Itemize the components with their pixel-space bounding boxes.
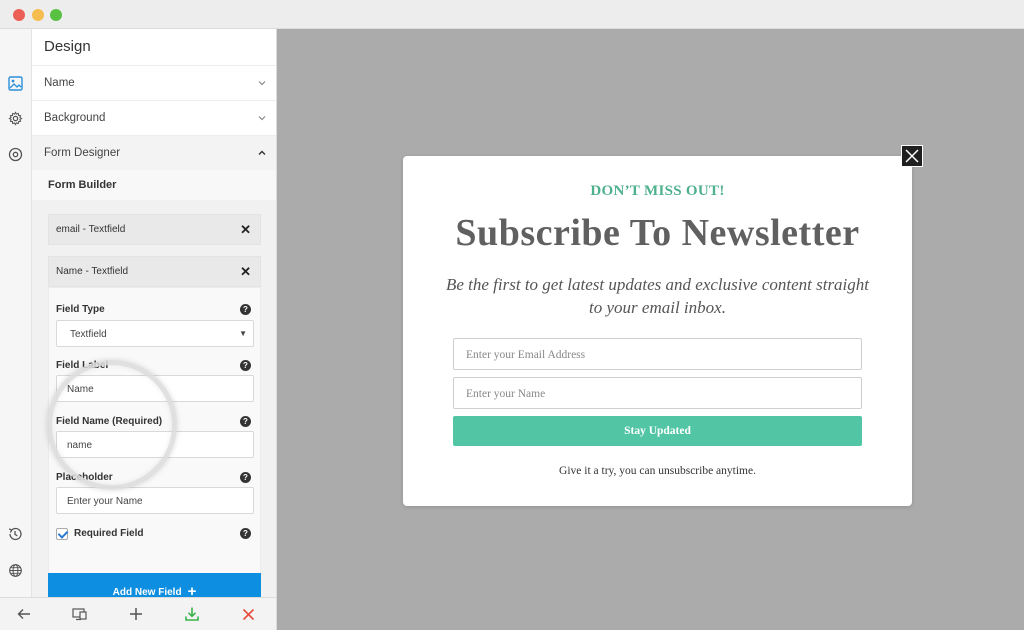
popup-close-button[interactable] — [901, 145, 923, 167]
field-row-label: email - Textfield — [56, 224, 126, 235]
form-builder-title: Form Builder — [48, 179, 117, 191]
field-row-label: Name - Textfield — [56, 266, 129, 277]
section-background-label: Background — [44, 112, 106, 124]
window-titlebar — [0, 0, 1024, 29]
chevron-up-icon — [258, 150, 266, 155]
window-maximize-button[interactable] — [50, 9, 62, 21]
add-new-field-label: Add New Field — [112, 587, 182, 597]
target-icon[interactable] — [5, 144, 25, 164]
chevron-down-icon — [258, 81, 266, 86]
gear-icon[interactable] — [5, 108, 25, 128]
section-form-designer[interactable]: Form Designer — [32, 135, 276, 170]
globe-icon[interactable] — [5, 560, 25, 580]
icon-rail — [0, 29, 32, 597]
field-type-value: Textfield — [70, 329, 107, 340]
help-icon[interactable]: ? — [240, 528, 251, 539]
download-icon[interactable] — [184, 606, 200, 622]
remove-field-icon[interactable]: ✕ — [240, 264, 251, 280]
chevron-down-icon — [258, 116, 266, 121]
popup-headline: Subscribe To Newsletter — [455, 212, 860, 254]
help-icon[interactable]: ? — [240, 304, 251, 315]
field-settings: Field Type ? Textfield ▼ Field Label ? N… — [48, 287, 261, 590]
placeholder-label: Placeholder — [56, 472, 113, 483]
field-label-input[interactable]: Name — [56, 375, 254, 402]
field-name-label: Field Name (Required) — [56, 416, 163, 427]
panel-title: Design — [44, 38, 91, 55]
field-label-label: Field Label — [56, 360, 109, 371]
form-builder-header: Form Builder — [32, 170, 276, 200]
help-icon[interactable]: ? — [240, 472, 251, 483]
back-arrow-icon[interactable] — [16, 606, 32, 622]
required-checkbox[interactable] — [56, 528, 68, 540]
image-icon[interactable] — [5, 73, 25, 93]
window-close-button[interactable] — [13, 9, 25, 21]
add-new-field-button[interactable]: Add New Field + — [48, 573, 261, 597]
email-input[interactable]: Enter your Email Address — [453, 338, 862, 370]
field-type-select[interactable]: Textfield ▼ — [56, 320, 254, 347]
bottom-toolbar — [0, 597, 277, 630]
section-name[interactable]: Name — [32, 65, 276, 100]
required-field-label: Required Field — [74, 528, 144, 539]
window-minimize-button[interactable] — [32, 9, 44, 21]
dropdown-arrow-icon: ▼ — [239, 329, 247, 338]
design-panel: Design Name Background Form Designer For… — [32, 29, 277, 597]
popup-fine-print: Give it a try, you can unsubscribe anyti… — [559, 465, 756, 477]
responsive-view-icon[interactable] — [72, 606, 88, 622]
remove-field-icon[interactable]: ✕ — [240, 222, 251, 238]
close-icon[interactable] — [240, 606, 256, 622]
name-input[interactable]: Enter your Name — [453, 377, 862, 409]
history-icon[interactable] — [5, 524, 25, 544]
plus-icon[interactable] — [128, 606, 144, 622]
placeholder-input[interactable]: Enter your Name — [56, 487, 254, 514]
help-icon[interactable]: ? — [240, 416, 251, 427]
newsletter-popup: DON’T MISS OUT! Subscribe To Newsletter … — [403, 156, 912, 506]
section-form-designer-label: Form Designer — [44, 147, 121, 159]
stay-updated-button[interactable]: Stay Updated — [453, 416, 862, 446]
popup-eyebrow: DON’T MISS OUT! — [590, 183, 725, 199]
field-row-email[interactable]: email - Textfield ✕ — [48, 214, 261, 245]
help-icon[interactable]: ? — [240, 360, 251, 371]
field-row-name[interactable]: Name - Textfield ✕ — [48, 256, 261, 287]
plus-icon: + — [187, 583, 197, 597]
field-type-label: Field Type — [56, 304, 105, 315]
close-icon — [905, 149, 919, 163]
popup-subtext: Be the first to get latest updates and e… — [445, 275, 870, 317]
field-name-input[interactable]: name — [56, 431, 254, 458]
section-background[interactable]: Background — [32, 100, 276, 135]
section-name-label: Name — [44, 77, 75, 89]
